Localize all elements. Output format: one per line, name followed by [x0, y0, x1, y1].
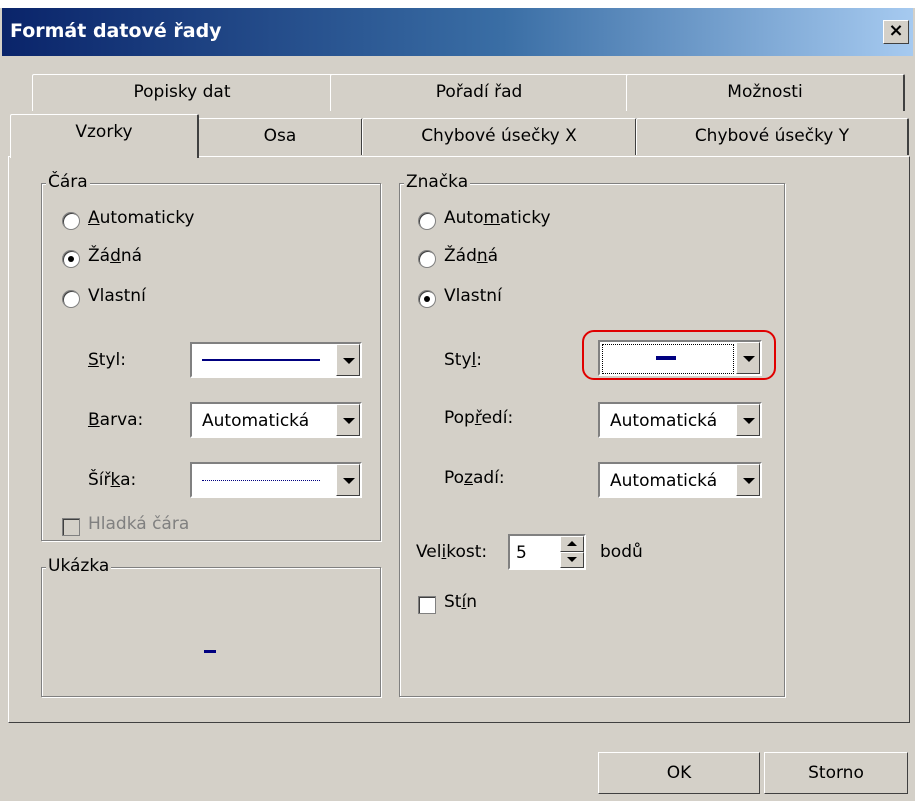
line-width-sample	[202, 480, 320, 481]
dropdown-arrow-icon[interactable]	[736, 464, 760, 496]
line-auto-label: Automaticky	[88, 208, 195, 228]
background-value: Automatická	[610, 471, 718, 491]
line-auto-radio[interactable]	[62, 212, 80, 230]
smooth-line-label: Hladká čára	[88, 514, 190, 534]
line-style-sample	[202, 359, 320, 361]
marker-none-label: Žádná	[444, 246, 499, 266]
line-none-label: Žádná	[88, 246, 143, 266]
foreground-value: Automatická	[610, 411, 718, 431]
marker-custom-radio[interactable]	[418, 290, 436, 308]
tab-popisky-dat[interactable]: Popisky dat	[32, 74, 333, 111]
marker-group-title: Značka	[404, 172, 471, 192]
window-title: Formát datové řady	[10, 20, 222, 42]
tab-chybove-usecky-y[interactable]: Chybové úsečky Y	[636, 118, 909, 155]
dropdown-arrow-icon[interactable]	[736, 342, 760, 374]
line-style-label: Styl:	[88, 350, 126, 370]
line-style-combo[interactable]	[190, 342, 362, 378]
line-group-title: Čára	[46, 172, 90, 192]
arrow-up-glyph	[567, 541, 577, 546]
marker-style-sample	[656, 356, 676, 360]
line-custom-label: Vlastní	[88, 286, 146, 306]
shadow-checkbox[interactable]	[418, 596, 436, 614]
marker-preview	[204, 650, 216, 653]
dropdown-arrow-icon[interactable]	[336, 404, 360, 436]
foreground-label: Popředí:	[444, 408, 514, 428]
ok-button[interactable]: OK	[598, 752, 760, 794]
line-color-label: Barva:	[88, 410, 144, 430]
marker-style-combo[interactable]	[598, 340, 762, 376]
tab-osa[interactable]: Osa	[198, 118, 363, 155]
tab-chybove-usecky-x[interactable]: Chybové úsečky X	[362, 118, 637, 155]
size-unit-label: bodů	[600, 542, 643, 562]
cancel-button[interactable]: Storno	[764, 752, 908, 794]
title-bar[interactable]: Formát datové řady ×	[2, 8, 913, 56]
arrow-down-glyph	[567, 557, 577, 562]
spin-down-icon[interactable]	[560, 552, 584, 568]
line-color-value: Automatická	[202, 411, 310, 431]
radio-selected-dot	[68, 256, 74, 262]
marker-auto-radio[interactable]	[418, 212, 436, 230]
marker-none-radio[interactable]	[418, 250, 436, 268]
background-combo[interactable]: Automatická	[598, 462, 762, 498]
smooth-line-checkbox[interactable]	[62, 518, 80, 536]
dropdown-arrow-icon[interactable]	[336, 464, 360, 496]
shadow-label: Stín	[444, 592, 477, 612]
line-custom-radio[interactable]	[62, 290, 80, 308]
line-none-radio[interactable]	[62, 250, 80, 268]
line-color-combo[interactable]: Automatická	[190, 402, 362, 438]
size-value: 5	[516, 543, 527, 563]
preview-group-title: Ukázka	[46, 556, 112, 576]
close-button[interactable]: ×	[883, 20, 909, 44]
dialog-window: Formát datové řady × Popisky dat Pořadí …	[0, 8, 915, 801]
size-spinner[interactable]: 5	[508, 534, 586, 570]
marker-group: Značka Automaticky Žádná Vlastní Styl: P…	[399, 172, 785, 697]
foreground-combo[interactable]: Automatická	[598, 402, 762, 438]
preview-group: Ukázka	[41, 556, 381, 697]
tab-poradi-rad[interactable]: Pořadí řad	[330, 74, 629, 111]
tab-moznosti[interactable]: Možnosti	[626, 74, 905, 111]
line-width-combo[interactable]	[190, 462, 362, 498]
tab-page-vzorky: Čára Automaticky Žádná Vlastní Styl: Bar…	[8, 156, 910, 723]
dropdown-arrow-icon[interactable]	[336, 344, 360, 376]
spin-up-icon[interactable]	[560, 536, 584, 552]
marker-style-label: Styl:	[444, 350, 482, 370]
line-group: Čára Automaticky Žádná Vlastní Styl: Bar…	[41, 172, 381, 541]
radio-selected-dot	[424, 296, 430, 302]
marker-auto-label: Automaticky	[444, 208, 551, 228]
line-width-label: Šířka:	[88, 470, 137, 490]
size-label: Velikost:	[416, 542, 488, 562]
marker-custom-label: Vlastní	[444, 286, 502, 306]
dropdown-arrow-icon[interactable]	[736, 404, 760, 436]
tab-vzorky[interactable]: Vzorky	[10, 114, 199, 158]
background-label: Pozadí:	[444, 468, 505, 488]
